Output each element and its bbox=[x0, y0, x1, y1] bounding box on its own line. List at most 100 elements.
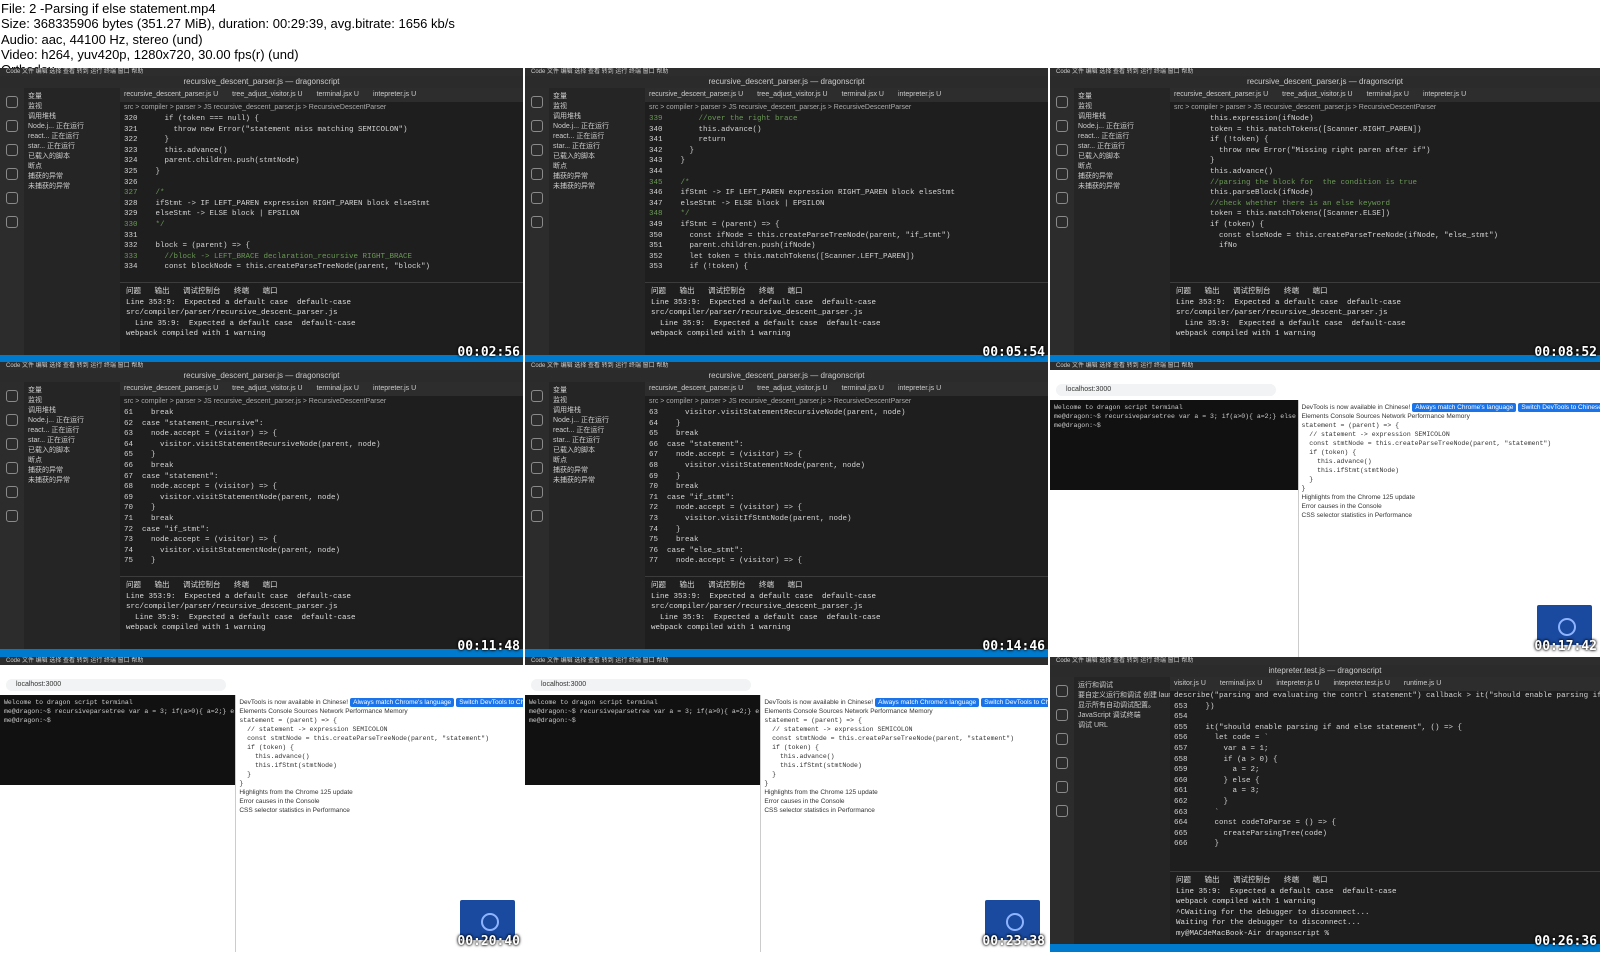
sidebar-item[interactable]: react... 正在运行 bbox=[553, 132, 641, 142]
sidebar-item[interactable]: 未捕获的异常 bbox=[28, 476, 116, 486]
activity-icon[interactable] bbox=[6, 192, 18, 204]
sidebar-item[interactable]: 断点 bbox=[1078, 162, 1166, 172]
activity-icon[interactable] bbox=[1056, 757, 1068, 769]
switch-devtools-button[interactable]: Switch DevTools to Chinese bbox=[981, 698, 1048, 707]
activity-icon[interactable] bbox=[6, 462, 18, 474]
activity-icon[interactable] bbox=[1056, 120, 1068, 132]
editor-tab[interactable]: intepreter.js U bbox=[1423, 91, 1466, 98]
sidebar-item[interactable]: Node.j... 正在运行 bbox=[553, 122, 641, 132]
editor-tab[interactable]: tree_adjust_visitor.js U bbox=[1282, 91, 1352, 98]
panel-tabs[interactable]: 问题 输出 调试控制台 终端 端口 bbox=[126, 581, 517, 592]
sidebar-item[interactable]: 监视 bbox=[1078, 102, 1166, 112]
editor-tab[interactable]: intepreter.js U bbox=[898, 385, 941, 392]
url-bar[interactable]: localhost:3000 bbox=[1056, 384, 1276, 396]
sidebar-item[interactable]: 调用堆栈 bbox=[553, 112, 641, 122]
web-terminal[interactable]: Welcome to dragon script terminal me@drag… bbox=[0, 695, 236, 785]
activity-icon[interactable] bbox=[1056, 192, 1068, 204]
editor-tab[interactable]: recursive_descent_parser.js U bbox=[124, 385, 218, 392]
url-bar[interactable]: localhost:3000 bbox=[6, 679, 226, 691]
web-terminal[interactable]: Welcome to dragon script terminal me@drag… bbox=[1050, 400, 1298, 490]
activity-icon[interactable] bbox=[1056, 733, 1068, 745]
code-editor[interactable]: 320 if (token === null) {321 throw new E… bbox=[120, 114, 523, 274]
activity-icon[interactable] bbox=[1056, 144, 1068, 156]
panel-tabs[interactable]: 问题 输出 调试控制台 终端 端口 bbox=[651, 581, 1042, 592]
devtools-tabs[interactable]: Elements Console Sources Network Perform… bbox=[239, 707, 520, 716]
sidebar-item[interactable]: Node.j... 正在运行 bbox=[553, 416, 641, 426]
code-editor[interactable]: this.expression(ifNode) token = this.mat… bbox=[1170, 114, 1600, 274]
sidebar-item[interactable]: react... 正在运行 bbox=[28, 426, 116, 436]
activity-icon[interactable] bbox=[6, 414, 18, 426]
sidebar-item[interactable]: Node.j... 正在运行 bbox=[28, 416, 116, 426]
sidebar-item[interactable]: 调用堆栈 bbox=[1078, 112, 1166, 122]
sidebar-item[interactable]: 断点 bbox=[28, 456, 116, 466]
editor-tab[interactable]: recursive_descent_parser.js U bbox=[649, 385, 743, 392]
run-panel-item[interactable]: 要自定义运行和调试 创建 launch.json 文件。 bbox=[1078, 691, 1170, 701]
sidebar-item[interactable]: react... 正在运行 bbox=[553, 426, 641, 436]
activity-icon[interactable] bbox=[6, 390, 18, 402]
activity-icon[interactable] bbox=[6, 510, 18, 522]
sidebar-item[interactable]: 已载入的脚本 bbox=[1078, 152, 1166, 162]
activity-icon[interactable] bbox=[1056, 96, 1068, 108]
activity-icon[interactable] bbox=[531, 216, 543, 228]
sidebar-item[interactable]: 监视 bbox=[553, 396, 641, 406]
activity-icon[interactable] bbox=[1056, 805, 1068, 817]
editor-tab[interactable]: tree_adjust_visitor.js U bbox=[757, 385, 827, 392]
sidebar-item[interactable]: 已载入的脚本 bbox=[553, 446, 641, 456]
editor-tab[interactable]: terminal.jsx U bbox=[842, 91, 884, 98]
sidebar-item[interactable]: 调用堆栈 bbox=[28, 406, 116, 416]
run-panel-item[interactable]: 运行和调试 bbox=[1078, 681, 1166, 691]
switch-devtools-button[interactable]: Switch DevTools to Chinese bbox=[456, 698, 523, 707]
code-editor[interactable]: 63 visitor.visitStatementRecursiveNode(p… bbox=[645, 408, 1048, 568]
sidebar-item[interactable]: 捕获的异常 bbox=[1078, 172, 1166, 182]
editor-tab[interactable]: recursive_descent_parser.js U bbox=[124, 91, 218, 98]
sidebar-item[interactable]: 监视 bbox=[28, 102, 116, 112]
activity-icon[interactable] bbox=[6, 216, 18, 228]
activity-icon[interactable] bbox=[531, 120, 543, 132]
sidebar-item[interactable]: 未捕获的异常 bbox=[28, 182, 116, 192]
editor-tab[interactable]: terminal.jsx U bbox=[1220, 680, 1262, 687]
run-panel-item[interactable]: 显示所有自动调试配置。 bbox=[1078, 701, 1166, 711]
activity-icon[interactable] bbox=[531, 192, 543, 204]
activity-icon[interactable] bbox=[1056, 685, 1068, 697]
activity-icon[interactable] bbox=[531, 510, 543, 522]
editor-tab[interactable]: terminal.jsx U bbox=[1367, 91, 1409, 98]
editor-tab[interactable]: intepreter.test.js U bbox=[1334, 680, 1390, 687]
sidebar-item[interactable]: 变量 bbox=[28, 386, 116, 396]
editor-tab[interactable]: visitor.js U bbox=[1174, 680, 1206, 687]
editor-tab[interactable]: runtime.js U bbox=[1404, 680, 1441, 687]
activity-icon[interactable] bbox=[531, 96, 543, 108]
activity-icon[interactable] bbox=[531, 438, 543, 450]
sidebar-item[interactable]: 变量 bbox=[28, 92, 116, 102]
sidebar-item[interactable]: react... 正在运行 bbox=[1078, 132, 1166, 142]
devtools-tabs[interactable]: Elements Console Sources Network Perform… bbox=[764, 707, 1045, 716]
sidebar-item[interactable]: Node.j... 正在运行 bbox=[28, 122, 116, 132]
activity-icon[interactable] bbox=[1056, 781, 1068, 793]
sidebar-item[interactable]: star... 正在运行 bbox=[553, 142, 641, 152]
sidebar-item[interactable]: 变量 bbox=[1078, 92, 1166, 102]
editor-tab[interactable]: tree_adjust_visitor.js U bbox=[232, 385, 302, 392]
editor-tab[interactable]: terminal.jsx U bbox=[842, 385, 884, 392]
sidebar-item[interactable]: 断点 bbox=[553, 162, 641, 172]
sidebar-item[interactable]: 断点 bbox=[28, 162, 116, 172]
sidebar-item[interactable]: 未捕获的异常 bbox=[1078, 182, 1166, 192]
sidebar-item[interactable]: 未捕获的异常 bbox=[553, 476, 641, 486]
sidebar-item[interactable]: star... 正在运行 bbox=[28, 436, 116, 446]
always-match-button[interactable]: Always match Chrome's language bbox=[350, 698, 455, 707]
sidebar-item[interactable]: 监视 bbox=[553, 102, 641, 112]
activity-icon[interactable] bbox=[531, 462, 543, 474]
editor-tab[interactable]: recursive_descent_parser.js U bbox=[649, 91, 743, 98]
activity-icon[interactable] bbox=[531, 168, 543, 180]
sidebar-item[interactable]: star... 正在运行 bbox=[553, 436, 641, 446]
always-match-button[interactable]: Always match Chrome's language bbox=[875, 698, 980, 707]
panel-tabs[interactable]: 问题 输出 调试控制台 终端 端口 bbox=[651, 287, 1042, 298]
code-editor[interactable]: describe("parsing and evaluating the con… bbox=[1170, 691, 1600, 851]
activity-icon[interactable] bbox=[6, 438, 18, 450]
editor-tab[interactable]: intepreter.js U bbox=[898, 91, 941, 98]
editor-tab[interactable]: intepreter.js U bbox=[373, 91, 416, 98]
sidebar-item[interactable]: 已载入的脚本 bbox=[553, 152, 641, 162]
code-editor[interactable]: 339 //over the right brace 340 this.advan… bbox=[645, 114, 1048, 274]
sidebar-item[interactable]: 调用堆栈 bbox=[28, 112, 116, 122]
sidebar-item[interactable]: 断点 bbox=[553, 456, 641, 466]
activity-icon[interactable] bbox=[1056, 709, 1068, 721]
editor-tab[interactable]: intepreter.js U bbox=[1276, 680, 1319, 687]
